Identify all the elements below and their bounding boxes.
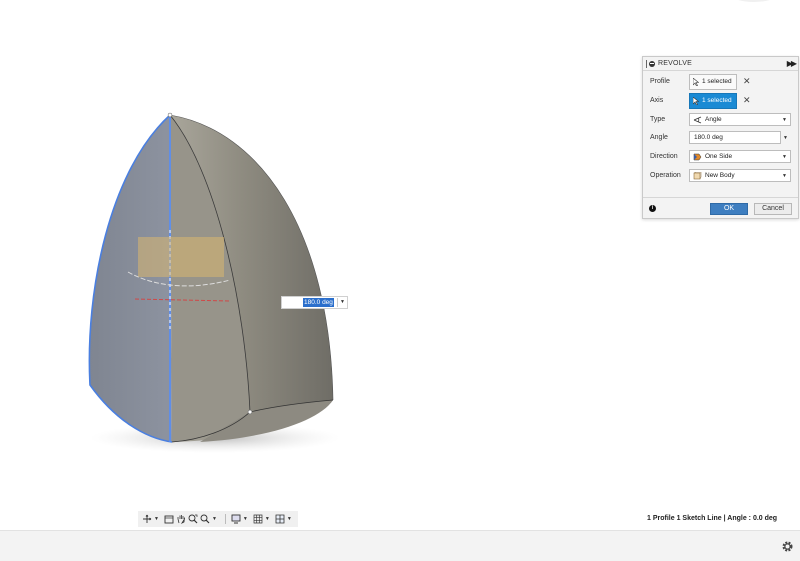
grid-icon[interactable] bbox=[253, 514, 263, 524]
profile-select-button[interactable]: 1 selected bbox=[689, 73, 737, 90]
display-settings-icon[interactable] bbox=[231, 514, 241, 524]
base-point bbox=[247, 409, 253, 415]
zoom-icon[interactable] bbox=[188, 514, 198, 524]
viewports-icon[interactable] bbox=[275, 514, 285, 524]
axis-select-button[interactable]: 1 selected bbox=[689, 92, 737, 109]
operation-value: New Body bbox=[705, 172, 735, 179]
angle-input-field[interactable]: 180.0 deg bbox=[689, 131, 781, 144]
profile-row: Profile 1 selected ✕ bbox=[643, 73, 798, 90]
caret-down-icon[interactable]: ▼ bbox=[287, 516, 292, 522]
ok-button[interactable]: OK bbox=[710, 203, 748, 215]
select-cursor-icon bbox=[693, 96, 699, 105]
type-dropdown[interactable]: Angle ▼ bbox=[689, 113, 791, 126]
angle-type-icon bbox=[693, 116, 702, 123]
dropdown-arrow-icon[interactable]: ▼ bbox=[340, 299, 345, 305]
minus-circle-icon bbox=[649, 60, 655, 67]
toolbar-divider bbox=[224, 514, 226, 524]
operation-dropdown[interactable]: New Body ▼ bbox=[689, 169, 791, 182]
axis-label: Axis bbox=[650, 97, 664, 104]
direction-dropdown[interactable]: One Side ▼ bbox=[689, 150, 791, 163]
gear-icon[interactable] bbox=[781, 540, 794, 553]
chevron-down-icon: ▼ bbox=[782, 154, 787, 160]
operation-label: Operation bbox=[650, 172, 681, 179]
profile-value: 1 selected bbox=[702, 78, 732, 85]
caret-down-icon[interactable]: ▼ bbox=[243, 516, 248, 522]
pan-icon[interactable] bbox=[176, 514, 186, 524]
angle-row: Angle 180.0 deg ▼ bbox=[643, 129, 798, 146]
cancel-button[interactable]: Cancel bbox=[754, 203, 792, 215]
caret-down-icon[interactable]: ▼ bbox=[212, 516, 217, 522]
dialog-title: REVOLVE bbox=[658, 60, 692, 67]
direction-label: Direction bbox=[650, 153, 678, 160]
new-body-icon bbox=[693, 171, 702, 179]
status-message: 1 Profile 1 Sketch Line | Angle : 0.0 de… bbox=[647, 515, 778, 522]
clear-axis-icon[interactable]: ✕ bbox=[743, 95, 751, 106]
axis-value: 1 selected bbox=[702, 97, 732, 104]
navigation-toolbar: ▼ ▼ ▼ ▼ ▼ bbox=[138, 511, 298, 527]
dialog-footer: i OK Cancel bbox=[643, 197, 798, 219]
3d-viewport[interactable]: 180.0 deg ▼ REVOLVE ▶▶ Profile 1 selecte… bbox=[0, 0, 800, 530]
revolve-dialog: REVOLVE ▶▶ Profile 1 selected ✕ Axis 1 s… bbox=[642, 56, 799, 219]
clear-profile-icon[interactable]: ✕ bbox=[743, 76, 751, 87]
bottom-bar bbox=[0, 530, 800, 561]
angle-manipulator-input[interactable]: 180.0 deg ▼ bbox=[281, 296, 348, 309]
chevron-down-icon: ▼ bbox=[782, 173, 787, 179]
dialog-header[interactable]: REVOLVE ▶▶ bbox=[643, 57, 798, 71]
chevron-down-icon: ▼ bbox=[782, 117, 787, 123]
apex-point bbox=[167, 112, 173, 118]
direction-row: Direction One Side ▼ bbox=[643, 148, 798, 165]
drag-handle-icon[interactable] bbox=[646, 59, 647, 68]
angle-manipulator-value[interactable]: 180.0 deg bbox=[303, 298, 334, 307]
angle-label: Angle bbox=[650, 134, 668, 141]
info-icon[interactable]: i bbox=[649, 205, 656, 212]
angle-value: 180.0 deg bbox=[694, 134, 723, 141]
type-row: Type Angle ▼ bbox=[643, 111, 798, 128]
direction-value: One Side bbox=[705, 153, 733, 160]
profile-label: Profile bbox=[650, 78, 670, 85]
axis-row: Axis 1 selected ✕ bbox=[643, 92, 798, 109]
sketch-plane bbox=[138, 237, 224, 277]
caret-down-icon[interactable]: ▼ bbox=[265, 516, 270, 522]
operation-row: Operation New Body ▼ bbox=[643, 167, 798, 184]
look-at-icon[interactable] bbox=[164, 514, 174, 524]
fit-icon[interactable] bbox=[200, 514, 210, 524]
type-label: Type bbox=[650, 116, 666, 123]
expand-icon[interactable]: ▶▶ bbox=[787, 59, 797, 68]
one-side-icon bbox=[693, 153, 702, 160]
caret-down-icon[interactable]: ▼ bbox=[154, 516, 159, 522]
chevron-down-icon[interactable]: ▼ bbox=[783, 135, 788, 141]
select-cursor-icon bbox=[693, 77, 699, 86]
profile-face bbox=[89, 115, 172, 442]
type-value: Angle bbox=[705, 116, 722, 123]
orbit-icon[interactable] bbox=[142, 514, 152, 524]
divider bbox=[337, 298, 338, 307]
